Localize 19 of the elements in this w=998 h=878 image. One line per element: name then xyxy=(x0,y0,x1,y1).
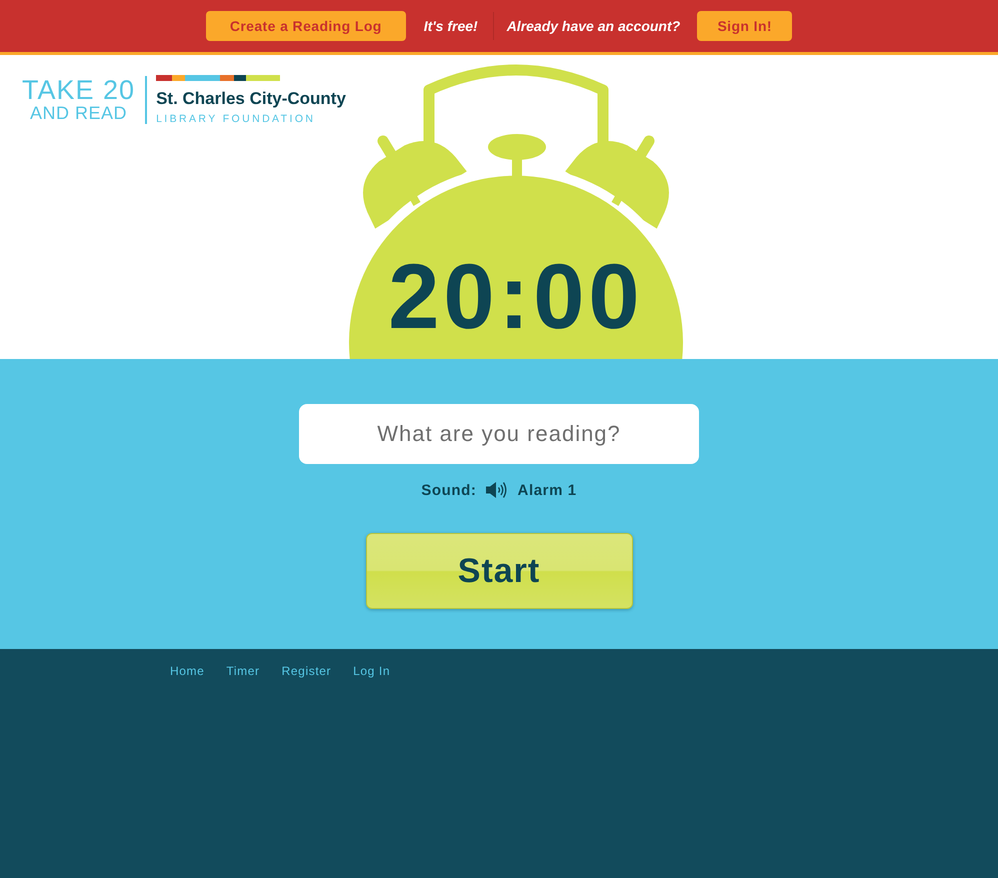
reading-field[interactable]: What are you reading? xyxy=(299,404,699,464)
start-button[interactable]: Start xyxy=(366,533,632,609)
footer-link[interactable]: Home xyxy=(170,663,204,679)
footer-link[interactable]: Log In xyxy=(353,663,390,679)
speaker-icon[interactable] xyxy=(486,481,508,499)
logo-title: TAKE 20 xyxy=(22,77,136,103)
free-note: It's free! xyxy=(424,18,478,34)
organization-subtitle: LIBRARY FOUNDATION xyxy=(156,112,316,126)
logo-subtitle: AND READ xyxy=(30,103,128,123)
footer-link[interactable]: Timer xyxy=(226,663,260,679)
create-reading-log-button[interactable]: Create a Reading Log xyxy=(206,11,406,41)
sign-in-button[interactable]: Sign In! xyxy=(697,11,792,41)
sound-label: Sound: xyxy=(421,482,477,498)
account-prompt: Already have an account? xyxy=(506,18,680,34)
timer-display: 20:00 xyxy=(387,251,645,343)
footer-link[interactable]: Register xyxy=(282,663,332,679)
alarm-selector[interactable]: Alarm 1 xyxy=(518,482,577,498)
stripe-band-icon xyxy=(156,75,280,81)
organization-name: St. Charles City-County xyxy=(156,89,346,109)
